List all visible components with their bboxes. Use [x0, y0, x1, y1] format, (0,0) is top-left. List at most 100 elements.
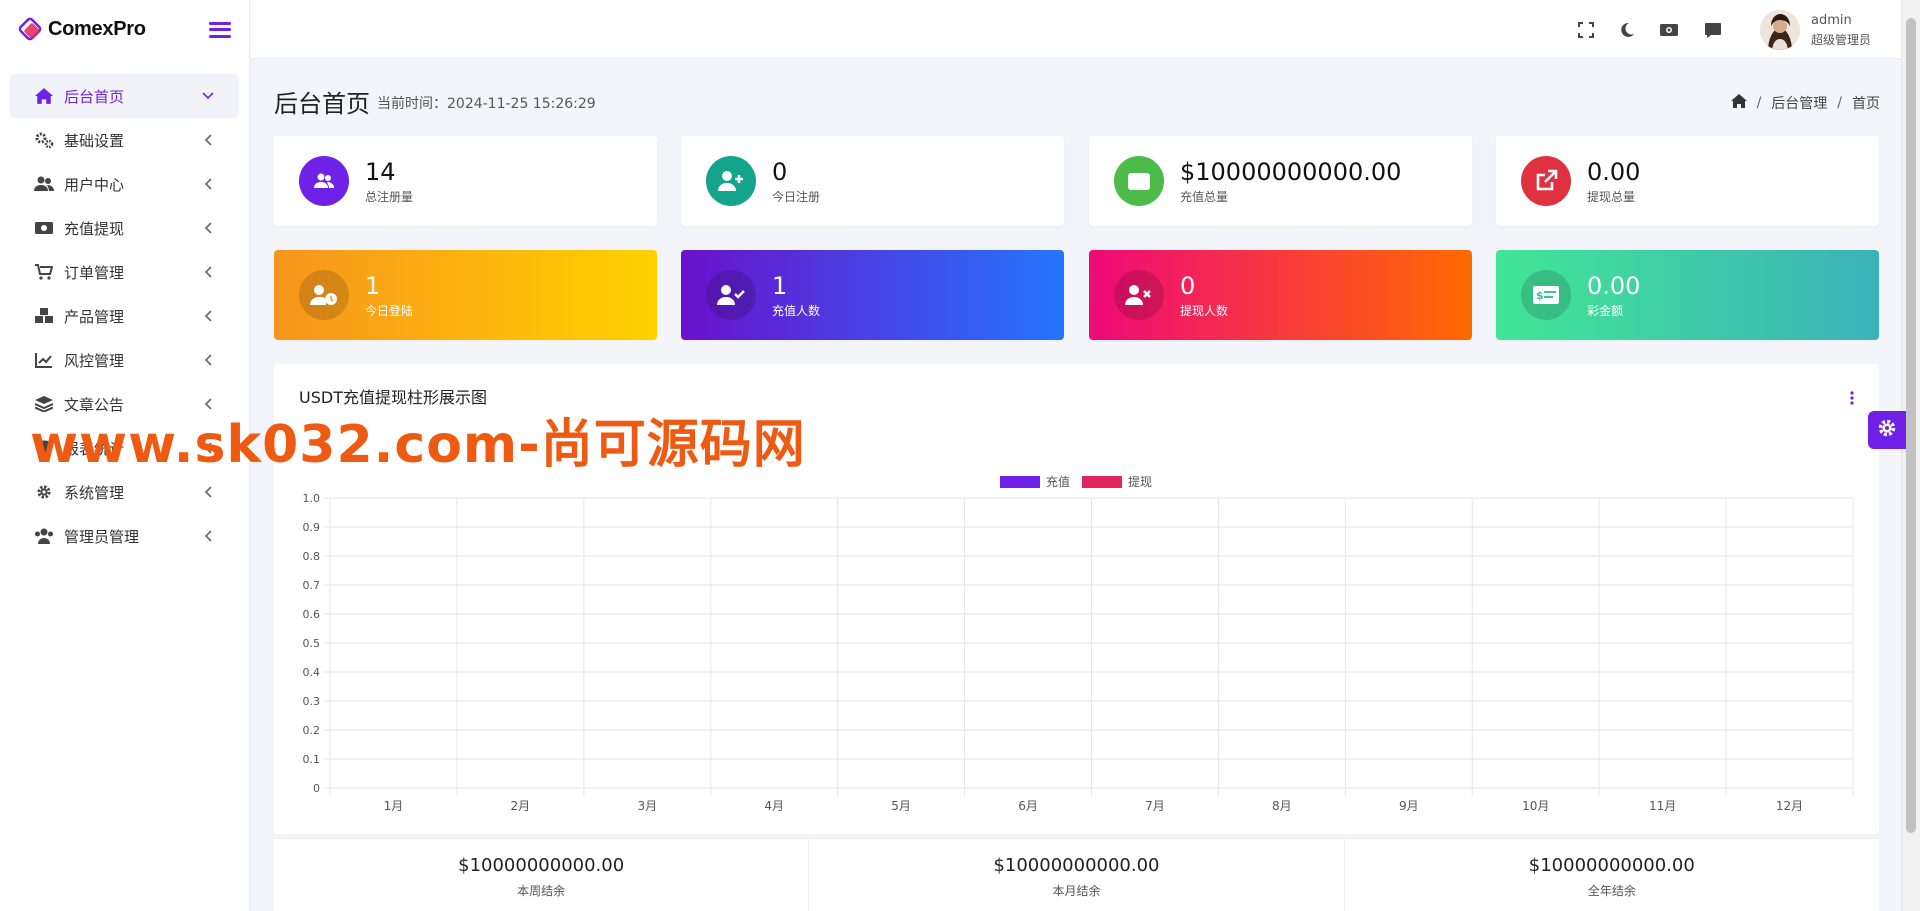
user-clock-icon: [299, 270, 349, 320]
stat-card: 0.00 提现总量: [1496, 136, 1879, 226]
x-tick-label: 4月: [764, 799, 784, 813]
y-tick-label: 0.9: [303, 521, 321, 534]
breadcrumb-separator: /: [1837, 95, 1842, 111]
brand-name[interactable]: ComexPro: [48, 18, 146, 41]
sidebar-item[interactable]: 后台首页: [10, 74, 239, 118]
chevron-left-icon: [201, 353, 215, 367]
avatar[interactable]: [1760, 10, 1800, 50]
summary-label: 本月结余: [1052, 884, 1101, 898]
y-tick-label: 0.1: [303, 753, 321, 766]
sidebar-item-label: 产品管理: [64, 307, 125, 326]
sidebar-item[interactable]: 管理员管理: [10, 514, 239, 558]
money-bill-icon[interactable]: [1659, 20, 1679, 40]
sidebar-item-label: 订单管理: [64, 263, 125, 282]
brand: ComexPro: [0, 0, 249, 59]
fullscreen-icon[interactable]: [1576, 20, 1596, 40]
breadcrumb: / 后台管理 / 首页: [1730, 93, 1880, 113]
home-icon[interactable]: [1730, 94, 1747, 112]
summary-value: $10000000000.00: [993, 855, 1160, 876]
page-title: 后台首页: [274, 90, 370, 118]
breadcrumb-item[interactable]: 后台管理: [1771, 93, 1827, 113]
x-tick-label: 5月: [891, 799, 911, 813]
summary-month: $10000000000.00 本月结余: [809, 839, 1345, 911]
sidebar-item[interactable]: 基础设置: [10, 118, 239, 162]
theme-settings-button[interactable]: [1868, 411, 1906, 449]
stat-card: 1 今日登陆: [274, 250, 657, 340]
y-tick-label: 0.8: [303, 550, 321, 563]
summary-row: $10000000000.00 本周结余 $10000000000.00 本月结…: [274, 838, 1879, 911]
x-tick-label: 8月: [1272, 799, 1292, 813]
y-tick-label: 0.2: [303, 724, 321, 737]
money-icon: [34, 219, 54, 237]
breadcrumb-separator: /: [1756, 95, 1762, 111]
stat-card: $0.00 彩金额: [1496, 250, 1879, 340]
message-icon[interactable]: [1703, 20, 1723, 40]
legend-label[interactable]: 充值: [1046, 474, 1070, 489]
line-chart-icon: [34, 351, 54, 369]
gear-icon: [34, 483, 54, 501]
sidebar-item-label: 管理员管理: [64, 527, 140, 546]
sidebar-item-label: 充值提现: [64, 219, 125, 238]
stat-value: 0.00: [1587, 158, 1641, 186]
topbar: admin 超级管理员: [251, 0, 1901, 59]
chevron-left-icon: [201, 133, 215, 147]
moon-icon[interactable]: [1617, 20, 1637, 40]
chevron-left-icon: [201, 177, 215, 191]
x-tick-label: 11月: [1649, 799, 1676, 813]
stat-label: 充值人数: [772, 304, 821, 318]
chevron-left-icon: [201, 309, 215, 323]
y-tick-label: 0: [313, 782, 320, 795]
sidebar-item[interactable]: 订单管理: [10, 250, 239, 294]
current-time: 当前时间：2024-11-25 15:26:29: [377, 96, 596, 112]
x-tick-label: 3月: [637, 799, 657, 813]
summary-value: $10000000000.00: [1528, 855, 1695, 876]
sidebar-item[interactable]: 产品管理: [10, 294, 239, 338]
cart-icon: [34, 263, 54, 281]
chevron-left-icon: [201, 529, 215, 543]
legend-swatch[interactable]: [1082, 476, 1122, 488]
users-icon: [34, 175, 54, 193]
users-icon: [299, 156, 349, 206]
summary-year: $10000000000.00 全年结余: [1345, 839, 1879, 911]
chevron-left-icon: [201, 221, 215, 235]
summary-label: 全年结余: [1587, 884, 1636, 898]
y-tick-label: 0.6: [303, 608, 321, 621]
scrollbar-thumb[interactable]: [1906, 18, 1916, 833]
stat-value: 1: [365, 272, 381, 300]
page-scrollbar[interactable]: [1901, 0, 1920, 911]
legend-swatch[interactable]: [1000, 476, 1040, 488]
x-tick-label: 1月: [384, 799, 404, 813]
stat-label: 充值总量: [1180, 190, 1229, 204]
chevron-left-icon: [201, 485, 215, 499]
x-tick-label: 6月: [1018, 799, 1038, 813]
y-tick-label: 0.4: [303, 666, 321, 679]
menu-toggle-icon[interactable]: [209, 20, 231, 40]
user-name[interactable]: admin: [1811, 13, 1852, 28]
legend-label[interactable]: 提现: [1128, 474, 1152, 489]
x-tick-label: 2月: [511, 799, 531, 813]
stat-card: 0 提现人数: [1089, 250, 1472, 340]
external-link-icon: [1521, 156, 1571, 206]
stat-value: 0.00: [1587, 272, 1641, 300]
x-tick-label: 9月: [1399, 799, 1419, 813]
sidebar-item-label: 风控管理: [64, 351, 125, 370]
gear-icon: [1877, 418, 1897, 442]
stat-label: 提现人数: [1180, 304, 1229, 318]
brand-logo-icon[interactable]: [18, 17, 44, 43]
sidebar-item[interactable]: 充值提现: [10, 206, 239, 250]
stat-value: $10000000000.00: [1180, 158, 1402, 186]
stat-label: 今日注册: [772, 190, 821, 204]
watermark: www.sk032.com-尚可源码网: [30, 415, 806, 475]
stat-value: 0: [1180, 272, 1196, 300]
sidebar-item[interactable]: 风控管理: [10, 338, 239, 382]
summary-week: $10000000000.00 本周结余: [274, 839, 810, 911]
user-role: 超级管理员: [1811, 33, 1872, 47]
y-tick-label: 0.7: [303, 579, 321, 592]
user-plus-icon: [706, 156, 756, 206]
wallet-icon: [1114, 156, 1164, 206]
sidebar-item[interactable]: 用户中心: [10, 162, 239, 206]
sidebar-item-label: 用户中心: [64, 175, 125, 194]
summary-value: $10000000000.00: [458, 855, 625, 876]
home-icon: [34, 87, 54, 105]
sidebar-item-label: 系统管理: [64, 483, 125, 502]
